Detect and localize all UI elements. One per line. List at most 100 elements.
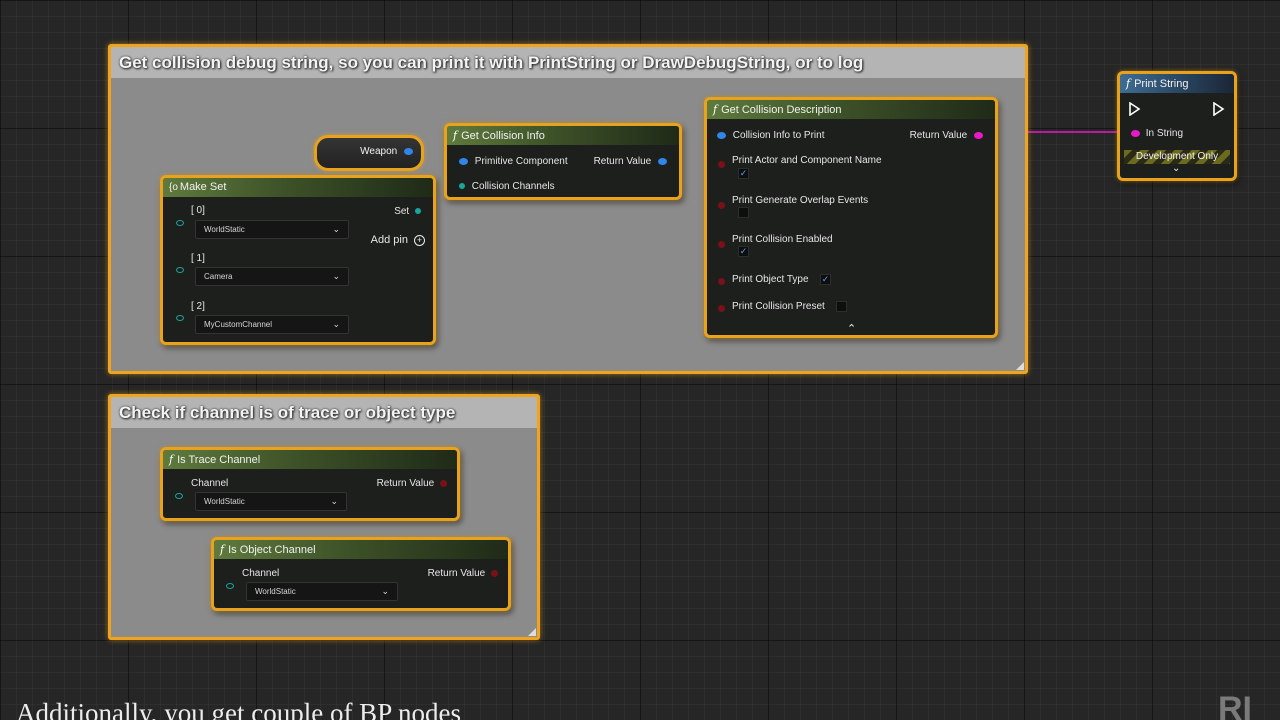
channel-label: Channel	[191, 478, 229, 489]
option-label: Print Collision Enabled	[732, 234, 833, 245]
is-trace-channel-node[interactable]: f Is Trace Channel Channel WorldStatic ⌄ …	[160, 447, 460, 521]
option-pin[interactable]	[718, 161, 725, 168]
resize-handle[interactable]	[1016, 362, 1024, 370]
exec-output-pin[interactable]	[1213, 102, 1225, 116]
set-output-row: Set	[394, 206, 421, 217]
option-pin[interactable]	[718, 241, 725, 248]
add-pin-button[interactable]: Add pin +	[371, 234, 425, 246]
check-icon: ✓	[739, 246, 748, 256]
weapon-output-pin[interactable]	[404, 147, 413, 155]
channel-label: Channel	[242, 568, 280, 579]
option-checkbox[interactable]: ✓	[738, 168, 749, 179]
pin-label: Return Value	[376, 478, 435, 489]
chevron-down-icon: ⌄	[330, 496, 338, 506]
add-pin-icon: +	[414, 235, 425, 246]
make-set-node[interactable]: {o Make Set Set Add pin + [ 0] WorldStati…	[160, 175, 436, 345]
set-entry-pin[interactable]	[176, 220, 184, 226]
function-icon: f	[169, 453, 174, 466]
collision-channels-pin[interactable]	[459, 183, 465, 190]
option-checkbox[interactable]: ✓	[820, 274, 831, 285]
node-header: f Is Trace Channel	[163, 450, 457, 469]
channel-dropdown[interactable]: WorldStatic ⌄	[195, 492, 347, 511]
resize-handle[interactable]	[528, 628, 536, 636]
pin-label: Collision Channels	[471, 181, 555, 192]
return-value-pin[interactable]	[491, 569, 498, 577]
dropdown-value: WorldStatic	[204, 225, 245, 234]
collapse-advanced-icon[interactable]: ⌃	[847, 322, 856, 335]
variable-label: Weapon	[360, 146, 398, 157]
set-entry-dropdown[interactable]: Camera ⌄	[195, 267, 349, 286]
return-value-pin[interactable]	[658, 157, 667, 165]
dropdown-value: WorldStatic	[255, 587, 296, 596]
option-pin[interactable]	[718, 278, 725, 285]
set-entry-index: [ 0]	[191, 205, 205, 216]
node-header: f Print String	[1120, 74, 1234, 93]
set-entry-pin[interactable]	[176, 315, 184, 321]
set-entry-dropdown[interactable]: MyCustomChannel ⌄	[195, 315, 349, 334]
chevron-down-icon: ⌄	[332, 224, 340, 234]
dropdown-value: MyCustomChannel	[204, 320, 273, 329]
dropdown-value: WorldStatic	[204, 497, 245, 506]
chevron-down-icon: ⌄	[332, 271, 340, 281]
return-value-pin-row: Return Value	[428, 568, 498, 579]
set-entry-dropdown[interactable]: WorldStatic ⌄	[195, 220, 349, 239]
option-pin[interactable]	[718, 305, 725, 312]
print-string-node[interactable]: f Print String In String Development Only…	[1117, 71, 1237, 181]
chevron-down-icon: ⌄	[381, 586, 389, 596]
watermark-logo: RI	[1218, 690, 1252, 720]
collision-channels-pin-row: Collision Channels	[459, 181, 555, 192]
collision-info-pin-row: Collision Info to Print	[717, 130, 825, 141]
primitive-component-pin[interactable]	[459, 157, 468, 165]
exec-input-pin[interactable]	[1129, 102, 1141, 116]
development-only-label: Development Only	[1135, 151, 1219, 162]
set-entry-pin[interactable]	[176, 267, 184, 273]
collision-info-pin[interactable]	[717, 131, 726, 139]
is-object-channel-node[interactable]: f Is Object Channel Channel WorldStatic ⌄…	[211, 537, 511, 611]
comment-title[interactable]: Check if channel is of trace or object t…	[111, 397, 537, 428]
development-only-banner: Development Only	[1124, 150, 1230, 164]
node-header: {o Make Set	[163, 178, 433, 197]
option-checkbox[interactable]	[836, 301, 847, 312]
channel-pin[interactable]	[175, 493, 183, 499]
set-label: Set	[394, 206, 410, 217]
function-icon: f	[220, 543, 225, 556]
pin-label: Return Value	[909, 130, 968, 141]
option-checkbox[interactable]: ✓	[738, 246, 749, 257]
add-pin-label: Add pin	[370, 234, 408, 246]
return-value-pin[interactable]	[440, 479, 447, 487]
option-label: Print Actor and Component Name	[732, 155, 882, 166]
dropdown-value: Camera	[204, 272, 233, 281]
option-checkbox[interactable]	[738, 207, 749, 218]
in-string-pin[interactable]	[1131, 129, 1140, 137]
get-collision-info-node[interactable]: f Get Collision Info Primitive Component …	[444, 123, 682, 200]
node-title: Print String	[1134, 78, 1189, 90]
node-title: Make Set	[179, 181, 227, 193]
in-string-pin-row: In String	[1131, 128, 1183, 139]
return-value-pin-row: Return Value	[910, 130, 983, 141]
channel-dropdown[interactable]: WorldStatic ⌄	[246, 582, 398, 601]
channel-pin[interactable]	[226, 583, 234, 589]
check-icon: ✓	[739, 168, 748, 178]
check-icon: ✓	[821, 274, 830, 284]
pin-label: Return Value	[593, 156, 652, 167]
pin-label: Return Value	[427, 568, 486, 579]
function-icon: f	[713, 103, 718, 116]
node-header: f Get Collision Info	[447, 126, 679, 145]
caption-text: Additionally, you get couple of BP nodes	[16, 698, 461, 720]
node-title: Get Collision Description	[721, 104, 842, 116]
function-icon: f	[1126, 77, 1131, 90]
expand-advanced-icon[interactable]: ⌄	[1172, 163, 1180, 174]
set-entry-index: [ 2]	[191, 301, 205, 312]
return-value-pin[interactable]	[974, 131, 983, 139]
get-collision-description-node[interactable]: f Get Collision Description Collision Inf…	[704, 97, 998, 338]
option-pin[interactable]	[718, 202, 725, 209]
option-label: Print Generate Overlap Events	[732, 195, 869, 206]
comment-title[interactable]: Get collision debug string, so you can p…	[111, 47, 1025, 78]
node-title: Get Collision Info	[461, 130, 545, 142]
function-icon: f	[453, 129, 458, 142]
return-value-pin-row: Return Value	[377, 478, 447, 489]
chevron-down-icon: ⌄	[332, 319, 340, 329]
set-output-pin[interactable]	[415, 208, 421, 215]
weapon-variable-node[interactable]: Weapon	[314, 135, 424, 171]
return-value-pin-row: Return Value	[594, 156, 667, 167]
